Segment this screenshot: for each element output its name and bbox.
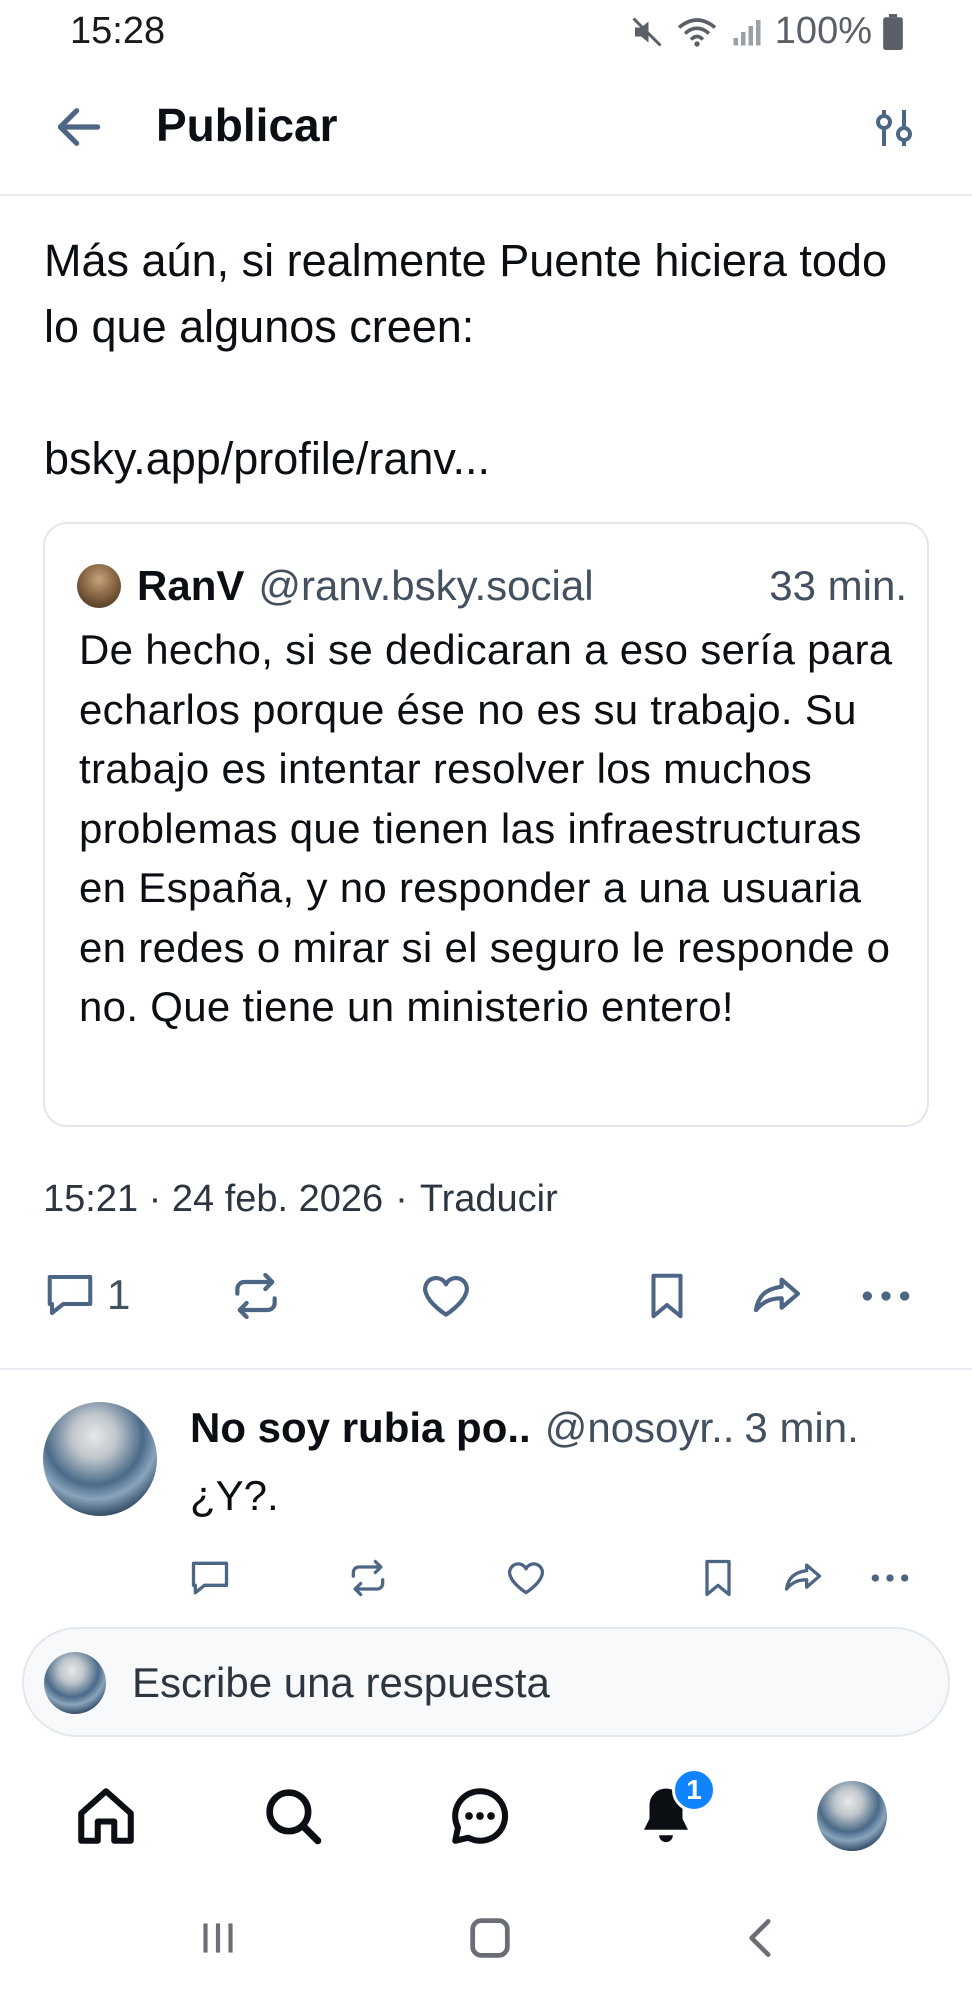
divider <box>0 1368 972 1370</box>
nav-notifications[interactable]: 1 <box>628 1768 716 1854</box>
page-title: Publicar <box>156 99 338 151</box>
reply-compose-field[interactable]: Escribe una respuesta <box>22 1627 950 1737</box>
reply-time: 3 min. <box>744 1404 859 1451</box>
post-text: Más aún, si realmente Puente hiciera tod… <box>44 235 887 484</box>
back-system-button[interactable] <box>732 1908 792 1968</box>
repost-icon <box>351 1559 385 1597</box>
repost-icon <box>235 1272 277 1320</box>
system-nav-bar <box>0 1880 972 1990</box>
mute-icon <box>632 16 662 47</box>
share-icon <box>753 1277 801 1313</box>
repost-button[interactable] <box>228 1268 284 1324</box>
nav-home[interactable] <box>68 1778 144 1854</box>
quoted-post-text: De hecho, si se dedicaran a eso sería pa… <box>79 626 893 1030</box>
avatar[interactable] <box>43 1402 157 1516</box>
translate-link[interactable]: Traducir <box>420 1178 558 1221</box>
notification-badge: 1 <box>672 1768 716 1812</box>
avatar <box>44 1652 106 1714</box>
heart-icon <box>507 1562 545 1595</box>
like-button[interactable] <box>504 1556 548 1600</box>
quoted-post-card[interactable]: RanV @ranv.bsky.social 33 min. De hecho,… <box>43 522 929 1127</box>
status-icons: 100% <box>629 10 904 53</box>
settings-button[interactable] <box>864 98 924 158</box>
back-button[interactable] <box>46 94 112 160</box>
meta-separator: · <box>395 1178 408 1220</box>
quoted-author-handle[interactable]: @ranv.bsky.social <box>258 562 593 610</box>
share-button[interactable] <box>780 1556 826 1600</box>
bookmark-icon <box>651 1273 683 1319</box>
more-options-button[interactable] <box>868 1556 912 1600</box>
status-time: 15:28 <box>70 10 166 52</box>
reply-author-handle[interactable]: @nosoyr.. <box>545 1404 735 1452</box>
wifi-icon <box>677 17 716 47</box>
share-button[interactable] <box>748 1268 806 1324</box>
nav-profile[interactable] <box>814 1778 890 1854</box>
more-options-button[interactable] <box>858 1268 914 1324</box>
reply-header: No soy rubia po.. @nosoyr.. 3 min. <box>190 1404 930 1452</box>
recent-apps-button[interactable] <box>188 1908 248 1968</box>
nav-chat[interactable] <box>442 1778 518 1854</box>
signal-icon <box>733 19 761 45</box>
reply-author-name[interactable]: No soy rubia po.. <box>190 1404 531 1452</box>
post-actions: 1 <box>0 1260 972 1340</box>
avatar <box>817 1781 887 1851</box>
reply-button[interactable]: 1 <box>43 1268 130 1322</box>
chat-icon <box>452 1788 509 1844</box>
quoted-post-header: RanV @ranv.bsky.social 33 min. <box>77 560 907 612</box>
battery-icon <box>883 13 903 50</box>
reply-post[interactable]: No soy rubia po.. @nosoyr.. 3 min. ¿Y?. <box>0 1372 972 1632</box>
compose-placeholder: Escribe una respuesta <box>132 1659 550 1706</box>
repost-button[interactable] <box>346 1556 390 1600</box>
bookmark-icon <box>705 1559 731 1597</box>
search-icon <box>266 1789 322 1845</box>
status-bar: 15:28 100% <box>0 0 972 64</box>
share-icon <box>784 1563 822 1591</box>
reply-icon <box>191 1561 229 1595</box>
home-icon <box>78 1788 134 1844</box>
sliders-icon <box>876 110 912 146</box>
more-horizontal-icon <box>862 1291 910 1301</box>
bookmark-button[interactable] <box>696 1556 740 1600</box>
nav-search[interactable] <box>255 1778 331 1854</box>
header: Publicar <box>0 64 972 196</box>
post-meta: 15:21 · 24 feb. 2026 · Traducir <box>43 1178 558 1221</box>
battery-percent: 100% <box>774 10 872 52</box>
arrow-left-icon <box>57 108 101 146</box>
chevron-left-icon <box>749 1919 771 1957</box>
bookmark-button[interactable] <box>640 1268 694 1324</box>
quoted-author-name[interactable]: RanV <box>137 562 244 610</box>
reply-actions <box>0 1548 972 1608</box>
reply-text: ¿Y?. <box>190 1472 279 1519</box>
avatar[interactable] <box>77 564 121 608</box>
home-system-button[interactable] <box>460 1908 520 1968</box>
home-square-icon <box>470 1918 510 1958</box>
reply-icon <box>47 1274 93 1316</box>
more-horizontal-icon <box>871 1574 909 1582</box>
reply-button[interactable] <box>188 1556 232 1600</box>
heart-icon <box>423 1275 469 1317</box>
quoted-post-time: 33 min. <box>769 562 907 609</box>
post-timestamp: 15:21 · 24 feb. 2026 <box>43 1178 384 1220</box>
recent-apps-icon <box>203 1923 233 1953</box>
reply-count: 1 <box>107 1271 131 1318</box>
bottom-nav: 1 <box>0 1760 972 1870</box>
like-button[interactable] <box>418 1268 474 1324</box>
